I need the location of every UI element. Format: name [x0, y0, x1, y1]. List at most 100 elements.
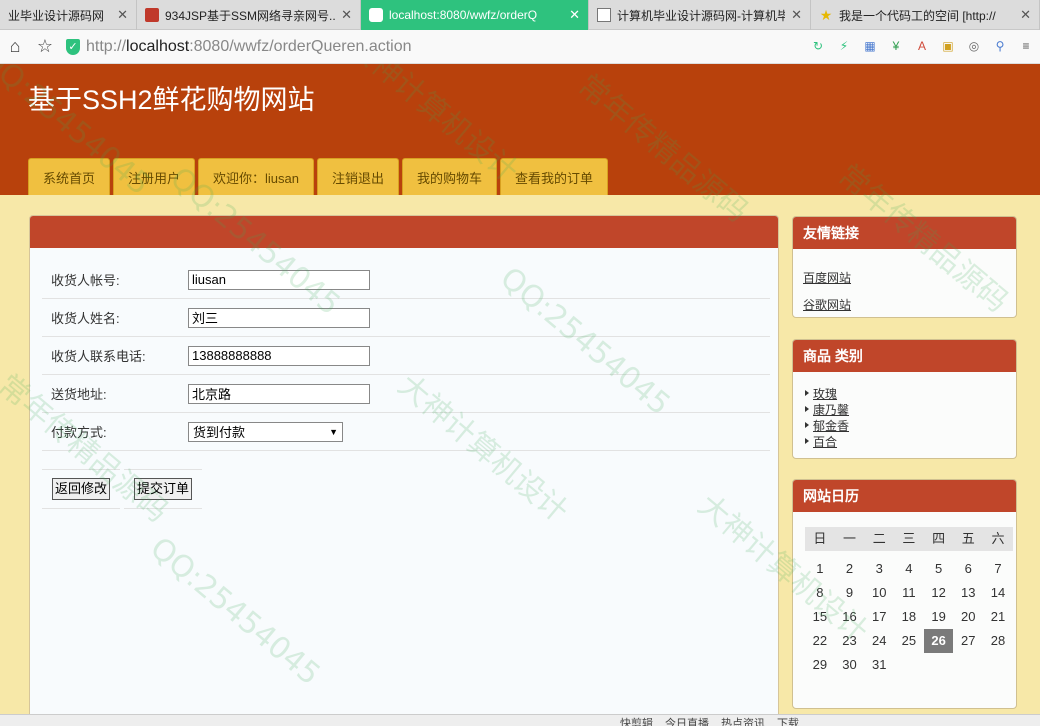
calendar-day-cell[interactable]: 6 [953, 557, 983, 581]
browser-tab-2[interactable]: 934JSP基于SSM网络寻亲网号... ✕ [137, 0, 361, 30]
search-icon[interactable]: ⚲ [990, 36, 1010, 56]
nav-cart[interactable]: 我的购物车 [402, 158, 498, 195]
url-path: :8080/wwfz/orderQueren.action [189, 37, 412, 55]
link-google[interactable]: 谷歌网站 [803, 296, 851, 313]
home-icon[interactable]: ⌂ [0, 32, 30, 62]
phone-label: 收货人联系电话: [51, 349, 146, 364]
translate-icon[interactable]: A [912, 36, 932, 56]
calendar-day-cell[interactable]: 22 [805, 629, 835, 653]
calendar-day-cell[interactable]: 2 [835, 557, 865, 581]
calendar-day-cell[interactable]: 31 [864, 653, 894, 677]
calendar-day-cell[interactable]: 1 [805, 557, 835, 581]
calendar-day-cell[interactable]: 15 [805, 605, 835, 629]
calendar-day-cell[interactable]: 4 [894, 557, 924, 581]
status-item-live[interactable]: 今日直播 [665, 715, 709, 726]
form-row-payment: 付款方式: 货到付款 ▼ [42, 413, 770, 451]
calendar-day-cell[interactable]: 10 [864, 581, 894, 605]
calendar-week-row: 29 30 31 [805, 653, 1013, 677]
nav-home[interactable]: 系统首页 [28, 158, 111, 195]
calendar-day-cell[interactable]: 24 [864, 629, 894, 653]
close-icon[interactable]: ✕ [569, 7, 580, 23]
calendar-day-cell[interactable]: 30 [835, 653, 865, 677]
nav-register[interactable]: 注册用户 [113, 158, 196, 195]
game-icon[interactable]: ◎ [964, 36, 984, 56]
calendar-day-cell[interactable]: 28 [983, 629, 1013, 653]
account-field[interactable] [188, 269, 370, 290]
calendar-day-cell[interactable]: 25 [894, 629, 924, 653]
status-item-news[interactable]: 热点资讯 [721, 715, 765, 726]
calendar-day-cell[interactable]: 13 [953, 581, 983, 605]
payment-select[interactable]: 货到付款 ▼ [188, 421, 343, 442]
weekday-label: 二 [864, 527, 895, 551]
close-icon[interactable]: ✕ [341, 7, 352, 23]
site-header: 基于SSH2鲜花购物网站 系统首页 注册用户 欢迎你：liusan 注销退出 我… [0, 64, 1040, 195]
calendar-day-cell[interactable]: 7 [983, 557, 1013, 581]
nav-my-orders[interactable]: 查看我的订单 [500, 158, 609, 195]
address-field[interactable] [188, 383, 370, 404]
currency-icon[interactable]: ¥ [886, 36, 906, 56]
category-list: 玫瑰 康乃馨 郁金香 百合 [805, 385, 849, 449]
calendar-day-cell[interactable]: 29 [805, 653, 835, 677]
payment-selected-value: 货到付款 [193, 425, 246, 440]
nav-welcome-user[interactable]: 欢迎你：liusan [198, 158, 314, 195]
calendar-day-cell[interactable]: 12 [924, 581, 954, 605]
category-label: 康乃馨 [813, 402, 850, 417]
calendar-day-cell[interactable]: 20 [953, 605, 983, 629]
calendar-day-cell[interactable]: 17 [864, 605, 894, 629]
calendar-day-cell[interactable]: 16 [835, 605, 865, 629]
calendar-day-cell[interactable]: 19 [924, 605, 954, 629]
name-field[interactable] [188, 307, 370, 328]
calendar-day-cell[interactable]: 11 [894, 581, 924, 605]
category-label: 郁金香 [813, 418, 850, 433]
calendar-day-cell[interactable]: 21 [983, 605, 1013, 629]
url-field[interactable]: ✓ http://localhost:8080/wwfz/orderQueren… [66, 38, 412, 56]
categories-box: 商品 类别 玫瑰 康乃馨 郁金香 百合 [792, 339, 1017, 459]
tab-title: 业毕业设计源码网 [8, 8, 105, 23]
calendar-today-cell[interactable]: 26 [923, 629, 954, 653]
extension-icon[interactable]: ▣ [938, 36, 958, 56]
nav-logout[interactable]: 注销退出 [317, 158, 400, 195]
weekday-label: 四 [923, 527, 954, 551]
apps-grid-icon[interactable]: ▦ [860, 36, 880, 56]
status-bar-items: 快剪辑 今日直播 热点资讯 下载 [620, 715, 799, 726]
friend-links-list: 百度网站 谷歌网站 [803, 269, 851, 313]
category-item[interactable]: 玫瑰 [805, 385, 849, 401]
category-item[interactable]: 康乃馨 [805, 401, 849, 417]
calendar-week-row: 15 16 17 18 19 20 21 [805, 605, 1013, 629]
close-icon[interactable]: ✕ [117, 7, 128, 23]
document-icon [597, 8, 611, 22]
category-item[interactable]: 百合 [805, 433, 849, 449]
phone-field[interactable] [188, 345, 370, 366]
calendar-day-cell[interactable]: 27 [953, 629, 983, 653]
calendar-day-cell[interactable]: 18 [894, 605, 924, 629]
weekday-label: 日 [805, 527, 835, 551]
calendar-day-cell[interactable]: 8 [805, 581, 835, 605]
secure-shield-icon: ✓ [66, 38, 80, 55]
calendar-day-cell[interactable]: 14 [983, 581, 1013, 605]
browser-tab-5[interactable]: ★ 我是一个代码工的空间 [http:// ✕ [811, 0, 1040, 30]
calendar-grid: 日 一 二 三 四 五 六 1 2 3 4 5 6 7 8 9 10 11 12 13 14 15 16 17 1… [805, 527, 1013, 677]
bullet-icon [805, 438, 809, 444]
close-icon[interactable]: ✕ [1020, 7, 1031, 23]
browser-tab-3[interactable]: localhost:8080/wwfz/orderQ ✕ [361, 0, 589, 30]
site-favicon-icon [145, 8, 159, 22]
calendar-day-cell[interactable]: 23 [835, 629, 865, 653]
calendar-title: 网站日历 [793, 480, 1016, 512]
lightning-icon[interactable]: ⚡ [834, 36, 854, 56]
bookmark-star-icon[interactable]: ☆ [30, 32, 60, 62]
status-item-download[interactable]: 下载 [777, 715, 799, 726]
calendar-day-cell[interactable]: 9 [835, 581, 865, 605]
close-icon[interactable]: ✕ [791, 7, 802, 23]
link-baidu[interactable]: 百度网站 [803, 269, 851, 286]
category-item[interactable]: 郁金香 [805, 417, 849, 433]
status-item-clip[interactable]: 快剪辑 [620, 715, 653, 726]
refresh-icon[interactable]: ↻ [808, 36, 828, 56]
weekday-label: 六 [983, 527, 1013, 551]
calendar-day-cell[interactable]: 5 [924, 557, 954, 581]
submit-order-button[interactable]: 提交订单 [134, 478, 193, 500]
calendar-day-cell[interactable]: 3 [864, 557, 894, 581]
browser-tab-1[interactable]: 业毕业设计源码网 ✕ [0, 0, 137, 30]
menu-icon[interactable]: ≡ [1016, 36, 1036, 56]
browser-tab-4[interactable]: 计算机毕业设计源码网-计算机毕 ✕ [589, 0, 811, 30]
back-to-edit-button[interactable]: 返回修改 [52, 478, 111, 500]
